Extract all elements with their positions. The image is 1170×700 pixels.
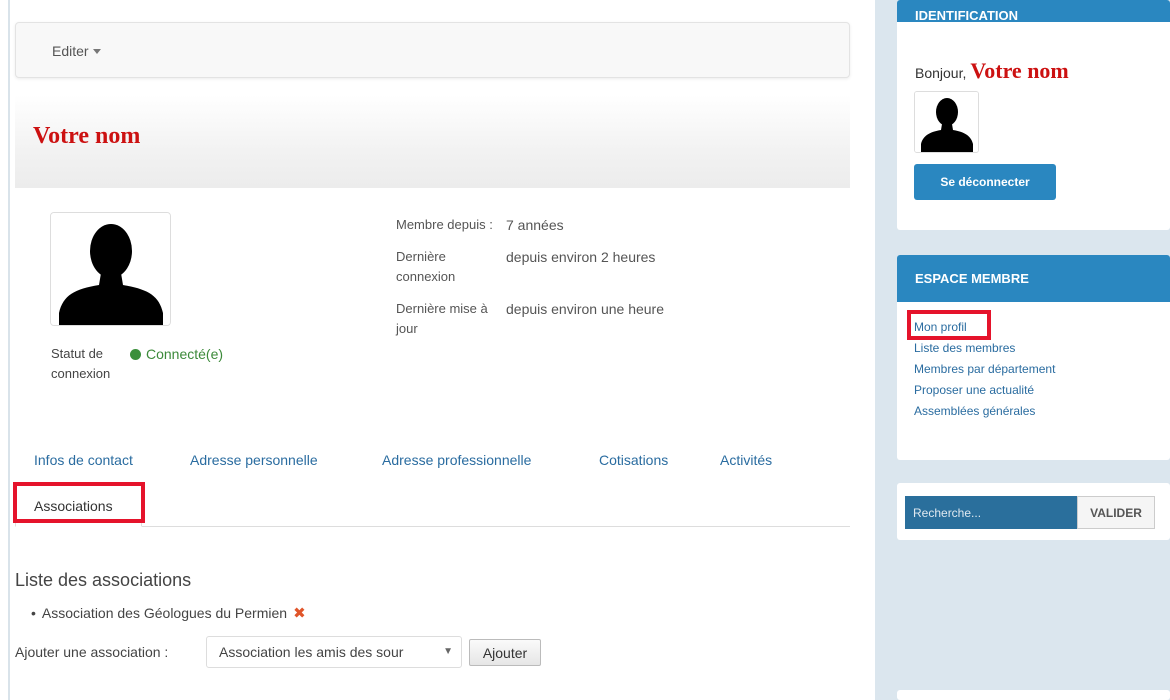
associations-title: Liste des associations <box>15 570 192 590</box>
profile-info: Membre depuis : 7 années Dernière connex… <box>396 215 836 351</box>
profile-header: Votre nom <box>15 95 850 188</box>
search-input[interactable] <box>905 496 1077 529</box>
info-row: Dernière mise à jour depuis environ une … <box>396 299 836 339</box>
sidebar: IDENTIFICATION Bonjour, Votre nom Se déco… <box>875 0 1170 700</box>
profile-avatar <box>50 212 171 326</box>
info-row: Membre depuis : 7 années <box>396 215 836 235</box>
tab-subscriptions[interactable]: Cotisations <box>599 452 668 468</box>
online-dot-icon <box>130 349 141 360</box>
sidebar-avatar <box>914 91 979 153</box>
tab-professional-address[interactable]: Adresse professionnelle <box>382 452 531 468</box>
edit-menu[interactable]: Editer <box>52 43 101 59</box>
info-value: depuis environ une heure <box>506 301 665 317</box>
bottom-panel <box>897 690 1170 700</box>
info-key: Dernière mise à jour <box>396 301 488 336</box>
left-border <box>8 0 10 700</box>
status-label: Statut de connexion <box>51 346 111 381</box>
search-panel: VALIDER <box>897 483 1170 540</box>
association-select-value: Association les amis des sour <box>219 644 404 660</box>
list-item: • Association des Géologues du Permien ✖ <box>31 604 306 622</box>
identification-panel: IDENTIFICATION Bonjour, Votre nom Se déco… <box>897 0 1170 230</box>
link-member-list[interactable]: Liste des membres <box>914 338 1055 359</box>
add-association-button[interactable]: Ajouter <box>469 639 541 666</box>
remove-icon[interactable]: ✖ <box>293 605 306 622</box>
tab-associations-label: Associations <box>34 498 113 514</box>
link-my-profile[interactable]: Mon profil <box>914 317 1055 338</box>
info-key: Membre depuis : <box>396 217 493 232</box>
status-value: Connecté(e) <box>130 344 223 364</box>
user-silhouette-icon <box>51 213 170 325</box>
member-space-header: ESPACE MEMBRE <box>897 255 1170 302</box>
bullet-icon: • <box>31 605 36 621</box>
profile-name: Votre nom <box>33 123 141 149</box>
tab-associations[interactable]: Associations <box>15 484 142 527</box>
tab-personal-address[interactable]: Adresse personnelle <box>190 452 318 468</box>
link-propose-news[interactable]: Proposer une actualité <box>914 380 1055 401</box>
link-general-assemblies[interactable]: Assemblées générales <box>914 401 1055 422</box>
tab-activities[interactable]: Activités <box>720 452 772 468</box>
info-value: 7 années <box>506 217 564 233</box>
dropdown-arrow-icon: ▼ <box>443 646 453 657</box>
member-space-panel: ESPACE MEMBRE Mon profil Liste des membr… <box>897 255 1170 460</box>
association-select[interactable]: Association les amis des sour ▼ <box>206 636 462 668</box>
edit-menu-label: Editer <box>52 43 89 59</box>
status-text: Connecté(e) <box>146 346 224 362</box>
member-links: Mon profil Liste des membres Membres par… <box>914 317 1055 422</box>
info-value: depuis environ 2 heures <box>506 249 656 265</box>
info-key: Dernière connexion <box>396 249 456 284</box>
edit-toolbar: Editer <box>15 22 850 78</box>
association-name: Association des Géologues du Permien <box>41 605 288 621</box>
link-members-by-department[interactable]: Membres par département <box>914 359 1055 380</box>
search-submit-button[interactable]: VALIDER <box>1077 496 1155 529</box>
greeting: Bonjour, Votre nom <box>915 58 1069 84</box>
identification-header: IDENTIFICATION <box>897 0 1170 23</box>
logout-button[interactable]: Se déconnecter <box>914 164 1056 200</box>
greeting-text: Bonjour, <box>915 65 967 81</box>
add-association-label: Ajouter une association : <box>15 644 169 660</box>
caret-down-icon <box>92 49 101 54</box>
info-row: Dernière connexion depuis environ 2 heur… <box>396 247 836 287</box>
identification-header-text: IDENTIFICATION <box>915 8 1019 23</box>
greeting-name: Votre nom <box>970 58 1069 83</box>
tab-contact-info[interactable]: Infos de contact <box>34 452 133 468</box>
user-silhouette-icon <box>915 92 978 152</box>
